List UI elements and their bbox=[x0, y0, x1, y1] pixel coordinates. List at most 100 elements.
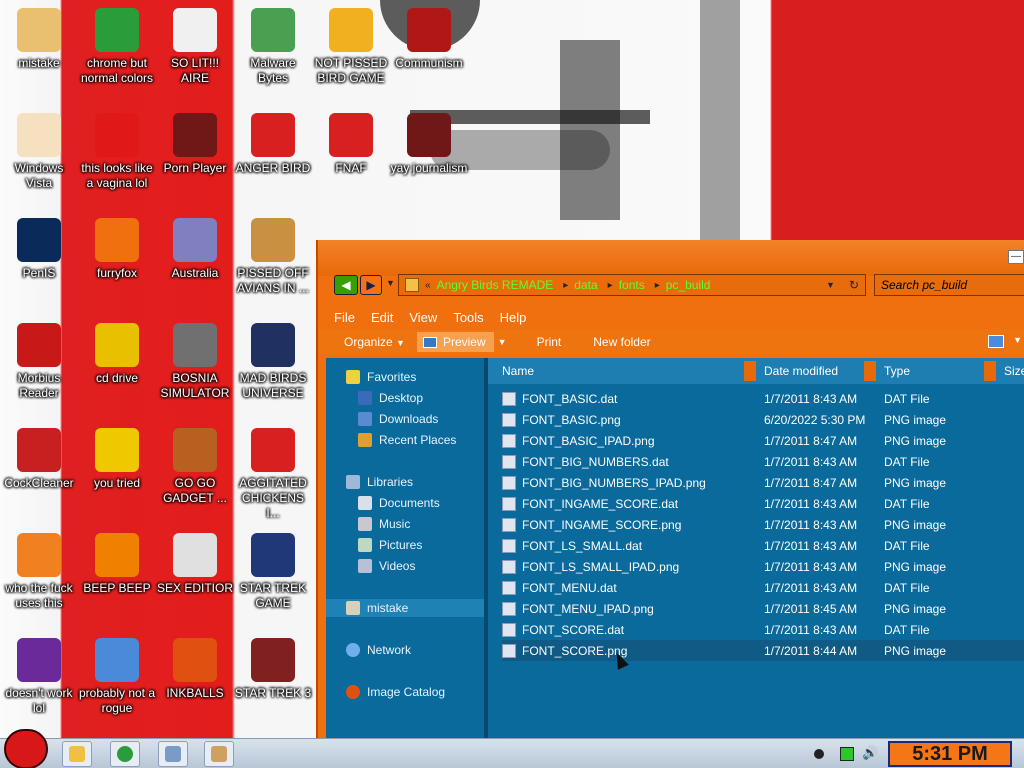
breadcrumb-item[interactable]: data bbox=[574, 278, 597, 292]
organize-button[interactable]: Organize ▼ bbox=[344, 335, 405, 349]
menu-file[interactable]: File bbox=[334, 310, 355, 325]
breadcrumb-overflow-icon[interactable]: « bbox=[425, 280, 431, 291]
file-row[interactable]: FONT_LS_SMALL.dat 1/7/2011 8:43 AM DAT Fil… bbox=[502, 535, 1024, 556]
file-row[interactable]: FONT_BASIC.png 6/20/2022 5:30 PM PNG image bbox=[502, 409, 1024, 430]
desktop-icon[interactable]: SO LIT!!! AIRE bbox=[156, 8, 234, 86]
desktop-icon[interactable]: Windows Vista bbox=[0, 113, 78, 191]
desktop-icon[interactable]: GO GO GADGET ... bbox=[156, 428, 234, 506]
nav-documents[interactable]: Documents bbox=[326, 494, 484, 512]
column-name[interactable]: Name bbox=[502, 364, 534, 378]
view-dropdown-icon[interactable]: ▼ bbox=[1013, 335, 1022, 345]
nav-pictures[interactable]: Pictures bbox=[326, 536, 484, 554]
nav-music[interactable]: Music bbox=[326, 515, 484, 533]
desktop-icon[interactable]: Malware Bytes bbox=[234, 8, 312, 86]
address-dropdown-icon[interactable]: ▼ bbox=[826, 280, 835, 290]
nav-desktop[interactable]: Desktop bbox=[326, 389, 484, 407]
desktop-icon[interactable]: AGGITATED CHICKENS I... bbox=[234, 428, 312, 521]
taskbar-chrome-button[interactable] bbox=[110, 741, 140, 767]
taskbar-clock[interactable]: 5:31 PM bbox=[888, 741, 1012, 767]
desktop-icon[interactable]: who the fuck uses this bbox=[0, 533, 78, 611]
file-row[interactable]: FONT_BIG_NUMBERS_IPAD.png 1/7/2011 8:47 A… bbox=[502, 472, 1024, 493]
file-row[interactable]: FONT_BIG_NUMBERS.dat 1/7/2011 8:43 AM DAT … bbox=[502, 451, 1024, 472]
desktop-icon[interactable]: PenIS bbox=[0, 218, 78, 281]
desktop-icon[interactable]: this looks like a vagina lol bbox=[78, 113, 156, 191]
nav-recent-places[interactable]: Recent Places bbox=[326, 431, 484, 449]
file-row[interactable]: FONT_INGAME_SCORE.dat 1/7/2011 8:43 AM DAT… bbox=[502, 493, 1024, 514]
desktop-icon[interactable]: cd drive bbox=[78, 323, 156, 386]
file-row[interactable]: FONT_BASIC.dat 1/7/2011 8:43 AM DAT File bbox=[502, 388, 1024, 409]
desktop-icon[interactable]: Communism bbox=[390, 8, 468, 71]
nav-mistake[interactable]: mistake bbox=[326, 599, 484, 617]
nav-network[interactable]: Network bbox=[326, 641, 484, 659]
desktop-icon[interactable]: Morbius Reader bbox=[0, 323, 78, 401]
column-size[interactable]: Size bbox=[1004, 364, 1024, 378]
tray-indicator-icon[interactable] bbox=[814, 749, 824, 759]
column-resize-handle[interactable] bbox=[984, 361, 996, 381]
nav-videos[interactable]: Videos bbox=[326, 557, 484, 575]
desktop-icon[interactable]: BOSNIA SIMULATOR bbox=[156, 323, 234, 401]
file-row[interactable]: FONT_INGAME_SCORE.png 1/7/2011 8:43 AM PNG… bbox=[502, 514, 1024, 535]
window-control-button[interactable]: — bbox=[1008, 250, 1024, 264]
nav-image-catalog[interactable]: Image Catalog bbox=[326, 683, 484, 701]
desktop-icon[interactable]: MAD BIRDS UNIVERSE bbox=[234, 323, 312, 401]
nav-downloads[interactable]: Downloads bbox=[326, 410, 484, 428]
desktop-icon[interactable]: probably not a rogue bbox=[78, 638, 156, 716]
desktop-icon[interactable]: you tried bbox=[78, 428, 156, 491]
menu-view[interactable]: View bbox=[409, 310, 437, 325]
desktop-icon[interactable]: furryfox bbox=[78, 218, 156, 281]
desktop-icon[interactable]: yay journalism bbox=[390, 113, 468, 176]
taskbar-paint-button[interactable] bbox=[204, 741, 234, 767]
forward-button[interactable]: ▶ bbox=[360, 275, 382, 295]
breadcrumb-item[interactable]: fonts bbox=[619, 278, 645, 292]
file-row[interactable]: FONT_SCORE.png 1/7/2011 8:44 AM PNG image bbox=[502, 640, 1024, 661]
preview-button[interactable]: Preview bbox=[416, 332, 494, 352]
column-type[interactable]: Type bbox=[884, 364, 910, 378]
nav-favorites[interactable]: Favorites bbox=[326, 368, 484, 386]
breadcrumb-item[interactable]: pc_build bbox=[666, 278, 711, 292]
volume-icon[interactable]: 🔊 bbox=[862, 745, 878, 760]
desktop-icon[interactable]: NOT PISSED BIRD GAME bbox=[312, 8, 390, 86]
refresh-icon[interactable]: ↻ bbox=[849, 278, 859, 292]
desktop-icon[interactable]: STAR TREK GAME bbox=[234, 533, 312, 611]
nav-libraries[interactable]: Libraries bbox=[326, 473, 484, 491]
search-input[interactable]: Search pc_build bbox=[874, 274, 1024, 296]
change-view-button[interactable] bbox=[988, 335, 1004, 348]
desktop-icon[interactable]: INKBALLS bbox=[156, 638, 234, 701]
chevron-right-icon[interactable]: ▸ bbox=[563, 280, 568, 291]
desktop-icon[interactable]: chrome but normal colors bbox=[78, 8, 156, 86]
desktop-icon[interactable]: Porn Player bbox=[156, 113, 234, 176]
desktop-icon[interactable]: FNAF bbox=[312, 113, 390, 176]
desktop-icon[interactable]: Australia bbox=[156, 218, 234, 281]
menu-tools[interactable]: Tools bbox=[453, 310, 483, 325]
file-row[interactable]: FONT_MENU_IPAD.png 1/7/2011 8:45 AM PNG im… bbox=[502, 598, 1024, 619]
chevron-right-icon[interactable]: ▸ bbox=[655, 280, 660, 291]
back-button[interactable]: ◀ bbox=[334, 275, 358, 295]
window-titlebar[interactable]: — bbox=[318, 240, 1024, 276]
desktop-icon[interactable]: CockCleaner bbox=[0, 428, 78, 491]
desktop-icon[interactable]: STAR TREK 3 bbox=[234, 638, 312, 701]
column-resize-handle[interactable] bbox=[864, 361, 876, 381]
desktop-icon[interactable]: mistake bbox=[0, 8, 78, 71]
taskbar-notepad-button[interactable] bbox=[158, 741, 188, 767]
chevron-right-icon[interactable]: ▸ bbox=[608, 280, 613, 291]
file-row[interactable]: FONT_MENU.dat 1/7/2011 8:43 AM DAT File bbox=[502, 577, 1024, 598]
recent-pages-dropdown[interactable]: ▼ bbox=[386, 278, 395, 288]
file-row[interactable]: FONT_BASIC_IPAD.png 1/7/2011 8:47 AM PNG i… bbox=[502, 430, 1024, 451]
file-row[interactable]: FONT_LS_SMALL_IPAD.png 1/7/2011 8:43 AM PN… bbox=[502, 556, 1024, 577]
menu-help[interactable]: Help bbox=[500, 310, 527, 325]
desktop-icon[interactable]: SEX EDITIOR bbox=[156, 533, 234, 596]
menu-edit[interactable]: Edit bbox=[371, 310, 393, 325]
desktop-icon[interactable]: doesn't work lol bbox=[0, 638, 78, 716]
battery-icon[interactable] bbox=[840, 747, 854, 761]
start-button[interactable] bbox=[4, 729, 48, 768]
new-folder-button[interactable]: New folder bbox=[593, 335, 650, 349]
address-bar[interactable]: « Angry Birds REMADE ▸ data ▸ fonts ▸ pc… bbox=[398, 274, 866, 296]
column-resize-handle[interactable] bbox=[744, 361, 756, 381]
breadcrumb-item[interactable]: Angry Birds REMADE bbox=[437, 278, 554, 292]
column-date-modified[interactable]: Date modified bbox=[764, 364, 838, 378]
print-button[interactable]: Print bbox=[537, 335, 562, 349]
preview-dropdown-icon[interactable]: ▼ bbox=[498, 337, 507, 347]
desktop-icon[interactable]: ANGER BIRD bbox=[234, 113, 312, 176]
file-row[interactable]: FONT_SCORE.dat 1/7/2011 8:43 AM DAT File bbox=[502, 619, 1024, 640]
desktop-icon[interactable]: PISSED OFF AVIANS IN ... bbox=[234, 218, 312, 296]
